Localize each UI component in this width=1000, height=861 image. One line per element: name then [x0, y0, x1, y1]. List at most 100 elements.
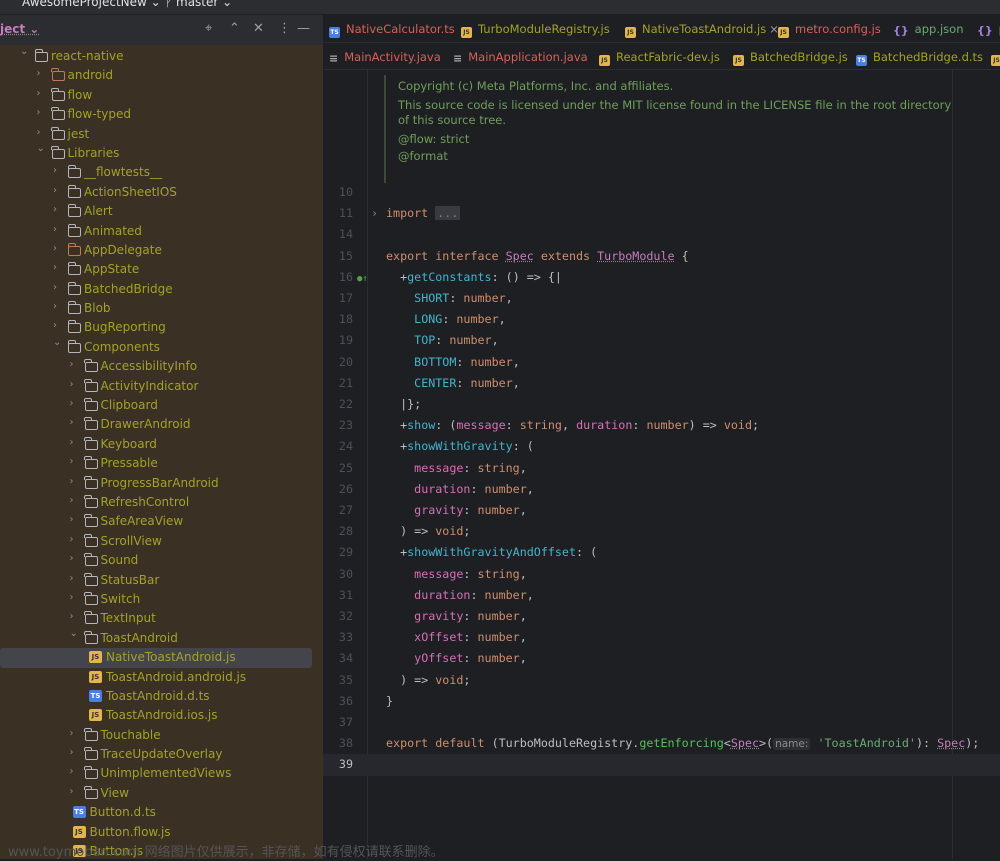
chevron-right-icon[interactable]: ›	[70, 592, 74, 603]
locate-icon[interactable]: ⌖	[205, 21, 212, 36]
chevron-right-icon[interactable]: ›	[70, 534, 74, 545]
chevron-right-icon[interactable]: ›	[53, 204, 57, 215]
chevron-right-icon[interactable]: ›	[37, 127, 41, 138]
editor-tab[interactable]: JS ReactFabric-dev.js	[599, 50, 720, 66]
tree-item[interactable]: JS NativeToastAndroid.js	[0, 648, 312, 668]
tree-item[interactable]: › Alert	[0, 202, 323, 221]
editor-tab[interactable]: JS	[991, 50, 1000, 66]
editor-tab[interactable]: JS NativeToastAndroid.js ×	[625, 22, 779, 38]
chevron-right-icon[interactable]: ›	[53, 165, 57, 176]
chevron-right-icon[interactable]: ›	[70, 379, 74, 390]
chevron-right-icon[interactable]: ›	[70, 766, 74, 777]
chevron-right-icon[interactable]: ›	[37, 107, 41, 118]
tree-item[interactable]: › Touchable	[0, 726, 323, 745]
chevron-right-icon[interactable]: ›	[37, 68, 41, 79]
tree-item[interactable]: › __flowtests__	[0, 163, 323, 182]
tree-item[interactable]: › UnimplementedViews	[0, 764, 323, 783]
tree-item[interactable]: › AppDelegate	[0, 241, 323, 260]
tree-item[interactable]: › Blob	[0, 299, 323, 318]
chevron-down-icon[interactable]: ⌄	[37, 143, 45, 154]
chevron-right-icon[interactable]: ›	[53, 301, 57, 312]
tree-item[interactable]: TS Button.d.ts	[0, 803, 323, 822]
tree-item[interactable]: › TextInput	[0, 609, 323, 628]
tree-item[interactable]: › flow-typed	[0, 105, 323, 124]
tree-item[interactable]: JS Button.flow.js	[0, 823, 323, 842]
expand-collapse-icon[interactable]: ⌃	[229, 21, 240, 36]
tree-item[interactable]: › BatchedBridge	[0, 280, 323, 299]
tree-item[interactable]: ⌄ react-native	[0, 46, 323, 66]
chevron-right-icon[interactable]: ›	[53, 320, 57, 331]
chevron-down-icon[interactable]: ⌄	[20, 46, 28, 57]
chevron-right-icon[interactable]: ›	[70, 728, 74, 739]
editor-tab[interactable]: ≡ MainApplication.java	[453, 50, 588, 64]
chevron-right-icon[interactable]: ›	[70, 573, 74, 584]
tree-item[interactable]: › RefreshControl	[0, 493, 323, 512]
tree-item[interactable]: › jest	[0, 125, 323, 144]
tree-item[interactable]: › BugReporting	[0, 318, 323, 337]
tree-item[interactable]: ⌄ ToastAndroid	[0, 628, 323, 648]
chevron-right-icon[interactable]: ›	[53, 282, 57, 293]
chevron-right-icon[interactable]: ›	[70, 398, 74, 409]
more-icon[interactable]: ⋮	[278, 21, 291, 36]
tree-item[interactable]: ⌄ Components	[0, 337, 323, 357]
tree-item[interactable]: › AppState	[0, 260, 323, 279]
editor-tab[interactable]: JS metro.config.js	[778, 22, 881, 38]
tree-item[interactable]: › ProgressBarAndroid	[0, 474, 323, 493]
tree-item[interactable]: JS ToastAndroid.android.js	[0, 668, 323, 687]
tree-item[interactable]: › Clipboard	[0, 396, 323, 415]
tree-item[interactable]: › ActionSheetIOS	[0, 183, 323, 202]
chevron-right-icon[interactable]: ›	[37, 88, 41, 99]
tree-item[interactable]: › android	[0, 66, 323, 85]
code-editor[interactable]: Copyright (c) Meta Platforms, Inc. and a…	[323, 70, 1000, 859]
chevron-right-icon[interactable]: ›	[53, 243, 57, 254]
chevron-right-icon[interactable]: ›	[70, 553, 74, 564]
chevron-down-icon[interactable]: ⌄	[53, 337, 61, 348]
editor-tab[interactable]: TS BatchedBridge.d.ts	[856, 50, 983, 66]
tree-item[interactable]: › Sound	[0, 551, 323, 570]
chevron-right-icon[interactable]: ›	[70, 476, 74, 487]
branch-switcher[interactable]: ᚹ master ⌄	[165, 0, 232, 9]
chevron-right-icon[interactable]: ›	[70, 359, 74, 370]
chevron-right-icon[interactable]: ›	[53, 185, 57, 196]
sidebar-title[interactable]: ject ⌄	[0, 22, 39, 36]
implemented-icon[interactable]: ●↑	[357, 269, 368, 290]
editor-tab[interactable]: {}p	[977, 22, 1000, 36]
minimize-icon[interactable]: —	[297, 21, 310, 36]
chevron-right-icon[interactable]: ›	[70, 437, 74, 448]
chevron-right-icon[interactable]: ›	[70, 611, 74, 622]
chevron-right-icon[interactable]: ›	[70, 456, 74, 467]
tree-item[interactable]: › DrawerAndroid	[0, 415, 323, 434]
tree-item[interactable]: › Switch	[0, 590, 323, 609]
code-token[interactable]: ...	[435, 206, 461, 221]
tree-item[interactable]: › flow	[0, 86, 323, 105]
tree-item[interactable]: › SafeAreaView	[0, 512, 323, 531]
editor-tab[interactable]: TS NativeCalculator.ts	[329, 22, 455, 38]
editor-tab[interactable]: JS TurboModuleRegistry.js	[461, 22, 610, 38]
fold-toggle-icon[interactable]: ›	[371, 203, 378, 224]
editor-tab[interactable]: JS BatchedBridge.js	[733, 50, 848, 66]
tree-item[interactable]: › StatusBar	[0, 571, 323, 590]
tree-item[interactable]: › Pressable	[0, 454, 323, 473]
tree-item[interactable]: › View	[0, 784, 323, 803]
chevron-right-icon[interactable]: ›	[70, 747, 74, 758]
chevron-right-icon[interactable]: ›	[70, 495, 74, 506]
tree-item[interactable]: TS ToastAndroid.d.ts	[0, 687, 323, 706]
editor-tab[interactable]: ≡ MainActivity.java	[329, 50, 441, 64]
project-switcher[interactable]: AwesomeProjectNew ⌄	[22, 0, 161, 9]
chevron-right-icon[interactable]: ›	[70, 514, 74, 525]
tree-item[interactable]: › ActivityIndicator	[0, 377, 323, 396]
editor-tab[interactable]: {} app.json	[893, 22, 964, 36]
tree-item[interactable]: › TraceUpdateOverlay	[0, 745, 323, 764]
tree-item[interactable]: › ScrollView	[0, 532, 323, 551]
tree-item[interactable]: › Animated	[0, 222, 323, 241]
tree-item[interactable]: JS ToastAndroid.ios.js	[0, 706, 323, 725]
tree-item[interactable]: › AccessibilityInfo	[0, 357, 323, 376]
chevron-right-icon[interactable]: ›	[70, 417, 74, 428]
collapse-all-icon[interactable]: ✕	[253, 21, 264, 36]
tree-item[interactable]: › Keyboard	[0, 435, 323, 454]
chevron-down-icon[interactable]: ⌄	[70, 628, 78, 639]
chevron-right-icon[interactable]: ›	[53, 262, 57, 273]
chevron-right-icon[interactable]: ›	[53, 224, 57, 235]
chevron-right-icon[interactable]: ›	[70, 786, 74, 797]
tree-item[interactable]: ⌄ Libraries	[0, 143, 323, 163]
